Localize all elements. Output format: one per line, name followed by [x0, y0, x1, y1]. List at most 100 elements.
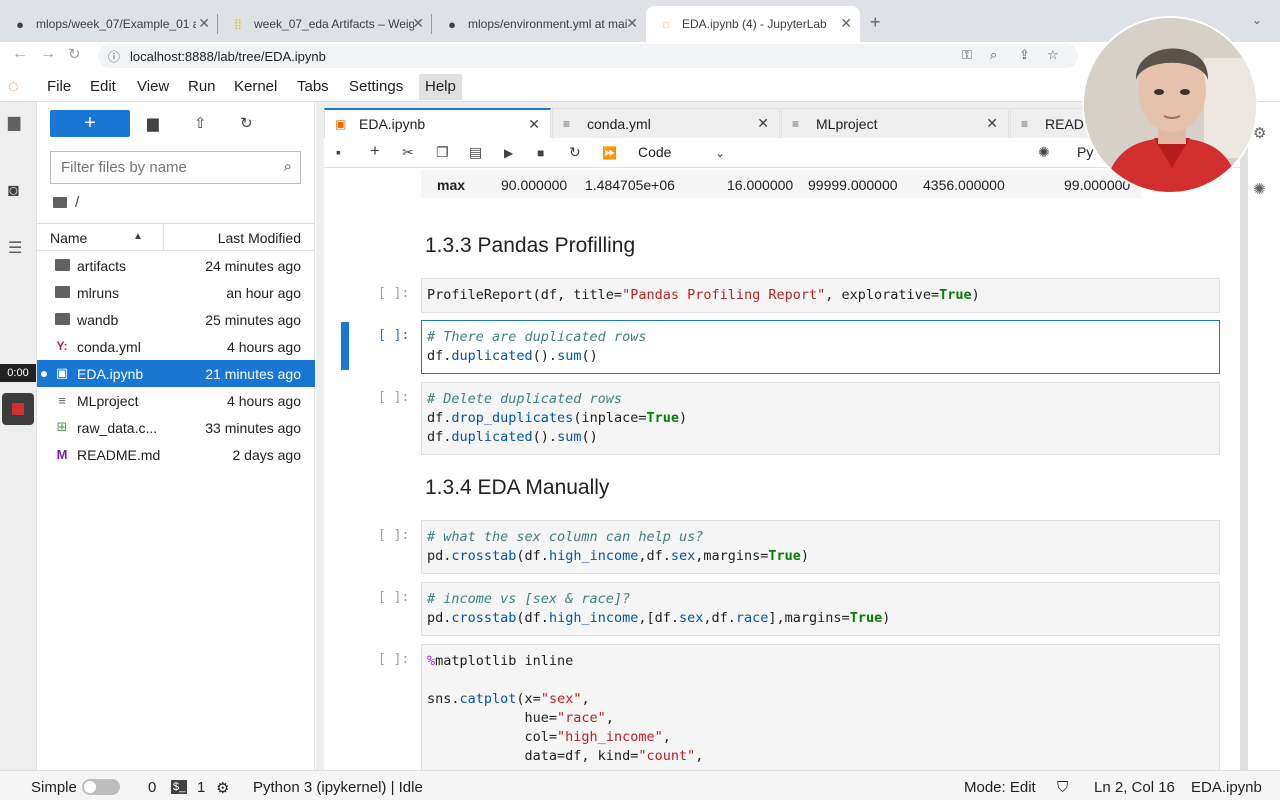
file-row[interactable]: ▣ EDA.ipynb 21 minutes ago — [37, 360, 315, 387]
zoom-icon[interactable]: ⌕ — [990, 47, 997, 63]
code-editor[interactable]: ProfileReport(df, title="Pandas Profilin… — [421, 278, 1220, 313]
code-editor[interactable]: # income vs [sex & race]? pd.crosstab(df… — [421, 582, 1220, 636]
stop-icon[interactable]: ■ — [537, 146, 544, 160]
kernel-count[interactable]: 1 — [197, 779, 205, 796]
status-bar: Simple 0 $_ 1 ⚙ Python 3 (ipykernel) | I… — [0, 770, 1280, 800]
code-editor[interactable]: %matplotlib inline sns.catplot(x="sex", … — [421, 644, 1220, 770]
active-cell-indicator — [341, 322, 349, 370]
fast-forward-icon[interactable]: ⏩ — [602, 146, 617, 160]
menu-kernel[interactable]: Kernel — [234, 78, 277, 95]
toc-icon[interactable]: ☰ — [8, 238, 22, 258]
shield-icon[interactable]: ⛉ — [1057, 779, 1068, 796]
close-icon[interactable]: ✕ — [198, 15, 210, 32]
folder-icon — [53, 197, 67, 208]
menu-settings[interactable]: Settings — [349, 78, 403, 95]
debugger-icon[interactable]: ✺ — [1253, 180, 1266, 198]
menu-tabs[interactable]: Tabs — [297, 78, 329, 95]
cell-type-select[interactable]: Code ⌄ — [638, 144, 725, 160]
row-label: max — [437, 177, 466, 193]
reload-icon[interactable]: ↻ — [68, 45, 81, 63]
menu-file[interactable]: File — [47, 78, 71, 95]
chevron-down-icon[interactable]: ⌄ — [1252, 13, 1262, 27]
forward-icon[interactable]: → — [40, 45, 56, 63]
back-icon[interactable]: ← — [12, 45, 28, 63]
terminal-count[interactable]: 0 — [148, 779, 156, 796]
file-modified: 33 minutes ago — [205, 420, 301, 436]
stop-recording-button[interactable] — [2, 393, 34, 425]
info-icon[interactable]: ⓘ — [108, 48, 120, 65]
code-editor[interactable]: # Delete duplicated rows df.drop_duplica… — [421, 382, 1220, 455]
cell-prompt: [ ]: — [378, 590, 410, 605]
scrollbar[interactable] — [1240, 102, 1248, 770]
file-list-header: Name ▲ Last Modified — [37, 223, 315, 251]
text-file-icon: ≡ — [563, 116, 571, 131]
cursor-position[interactable]: Ln 2, Col 16 — [1094, 779, 1175, 796]
notebook-panel: ▣ EDA.ipynb ✕ ≡ conda.yml ✕ ≡ MLproject … — [316, 102, 1240, 770]
browser-tab-3[interactable]: ● mlops/environment.yml at mai ✕ — [432, 6, 646, 42]
browser-tab-1[interactable]: ● mlops/week_07/Example_01 at ✕ — [0, 6, 218, 42]
active-filename: EDA.ipynb — [1191, 779, 1262, 796]
close-icon[interactable]: ✕ — [528, 116, 540, 133]
tab-eda-ipynb[interactable]: ▣ EDA.ipynb ✕ — [324, 108, 551, 138]
cell-prompt: [ ]: — [378, 328, 410, 343]
close-icon[interactable]: ✕ — [757, 115, 769, 132]
code-editor[interactable]: # There are duplicated rows df.duplicate… — [421, 320, 1220, 374]
save-icon[interactable]: ▪ — [336, 144, 341, 160]
close-icon[interactable]: ✕ — [986, 115, 998, 132]
menu-edit[interactable]: Edit — [90, 78, 116, 95]
close-icon[interactable]: ✕ — [626, 15, 638, 32]
kernel-status[interactable]: Python 3 (ipykernel) | Idle — [253, 779, 423, 796]
markdown-heading: 1.3.3 Pandas Profilling — [425, 234, 636, 257]
file-row[interactable]: ⊞ raw_data.c... 33 minutes ago — [37, 414, 315, 441]
share-icon[interactable]: ⇪ — [1019, 47, 1030, 63]
github-icon: ● — [16, 16, 24, 32]
file-row[interactable]: mlruns an hour ago — [37, 279, 315, 306]
menu-run[interactable]: Run — [188, 78, 216, 95]
browser-tab-2[interactable]: ⁞⁞ week_07_eda Artifacts – Weig ✕ — [218, 6, 432, 42]
breadcrumb[interactable]: / — [53, 194, 79, 211]
new-folder-icon[interactable]: ▆ — [147, 114, 159, 132]
upload-icon[interactable]: ⇧ — [194, 114, 207, 132]
refresh-icon[interactable]: ↻ — [240, 114, 253, 132]
file-row[interactable]: ≡ MLproject 4 hours ago — [37, 387, 315, 414]
close-icon[interactable]: ✕ — [412, 15, 424, 32]
file-row[interactable]: M README.md 2 days ago — [37, 441, 315, 468]
run-icon[interactable]: ▶ — [504, 146, 513, 160]
restart-icon[interactable]: ↻ — [569, 144, 581, 161]
code-editor[interactable]: # what the sex column can help us? pd.cr… — [421, 520, 1220, 574]
menu-view[interactable]: View — [137, 78, 169, 95]
jupyter-logo-icon: ◌ — [8, 76, 19, 96]
new-tab-icon[interactable]: + — [870, 12, 881, 33]
markdown-heading: 1.3.4 EDA Manually — [425, 476, 610, 499]
file-modified: 4 hours ago — [227, 339, 301, 355]
running-icon[interactable]: ◙ — [8, 180, 19, 201]
tab-conda-yml[interactable]: ≡ conda.yml ✕ — [552, 108, 780, 138]
bookmark-star-icon[interactable]: ☆ — [1047, 47, 1059, 63]
new-launcher-button[interactable]: + — [50, 110, 130, 137]
filter-files-input[interactable] — [61, 159, 271, 176]
cell-value: 16.000000 — [727, 177, 794, 193]
tab-mlproject[interactable]: ≡ MLproject ✕ — [781, 108, 1009, 138]
presenter-avatar — [1084, 18, 1256, 192]
file-row[interactable]: wandb 25 minutes ago — [37, 306, 315, 333]
file-modified: 2 days ago — [232, 447, 302, 463]
debugger-icon[interactable]: ✺ — [1038, 144, 1050, 161]
cut-icon[interactable]: ✂ — [402, 144, 414, 161]
folder-icon[interactable]: ▆ — [8, 112, 20, 132]
filter-files-field[interactable]: ⌕ — [50, 151, 301, 184]
browser-tab-4[interactable]: ◌ EDA.ipynb (4) - JupyterLab ✕ — [646, 6, 860, 42]
close-icon[interactable]: ✕ — [840, 15, 852, 32]
file-row[interactable]: artifacts 24 minutes ago — [37, 252, 315, 279]
copy-icon[interactable]: ❐ — [436, 144, 449, 161]
cell-prompt: [ ]: — [378, 652, 410, 667]
url-field[interactable]: ⓘ localhost:8888/lab/tree/EDA.ipynb — [98, 44, 1078, 68]
column-modified-header[interactable]: Last Modified — [218, 230, 301, 246]
folder-icon — [53, 311, 71, 327]
paste-icon[interactable]: ▤ — [469, 144, 482, 161]
file-row[interactable]: Y: conda.yml 4 hours ago — [37, 333, 315, 360]
menu-help[interactable]: Help — [419, 74, 462, 100]
add-cell-icon[interactable]: + — [370, 141, 380, 161]
simple-mode-toggle[interactable] — [82, 779, 120, 795]
column-name-header[interactable]: Name — [50, 230, 87, 246]
key-icon[interactable]: ⚿ — [962, 47, 972, 63]
